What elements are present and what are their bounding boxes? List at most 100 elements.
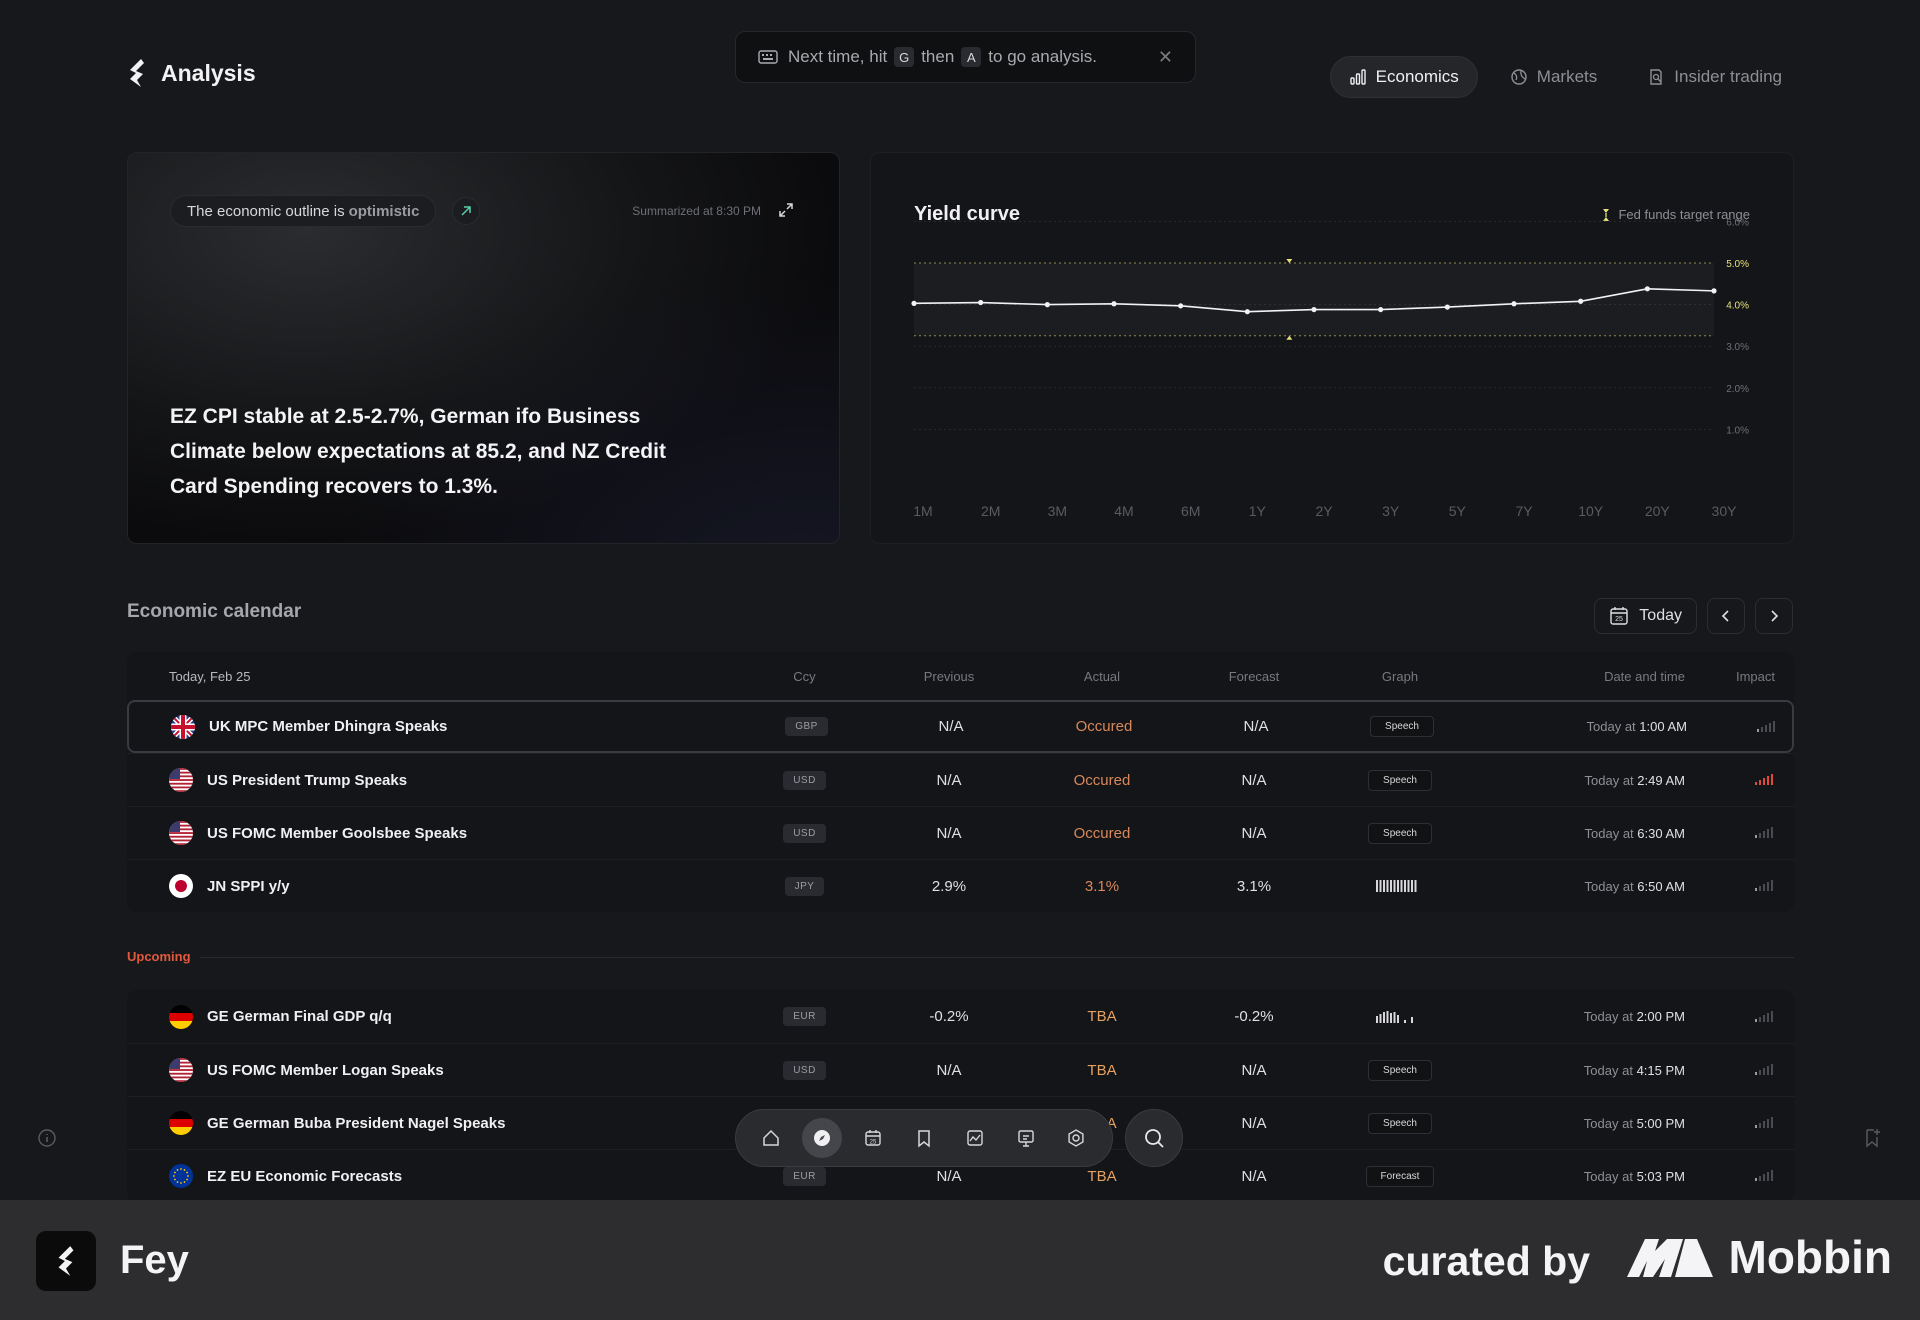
table-row[interactable]: UK MPC Member Dhingra Speaks GBP N/A Occure…	[127, 700, 1794, 753]
x-tick-label: 1Y	[1249, 503, 1267, 519]
yield-curve-chart: 6.0% 5.0% 4.0% 3.0% 2.0% 1.0% 1M 2M 3M 4M 6M 1Y 2Y 3Y…	[911, 217, 1749, 519]
date-time-cell: Today at 2:49 AM	[1460, 773, 1685, 788]
mobbin-logo-icon	[1626, 1239, 1713, 1277]
today-events-table: Today, Feb 25 Ccy Previous Actual Foreca…	[127, 652, 1794, 912]
today-button[interactable]: 25 Today	[1594, 598, 1697, 634]
x-tick-label: 20Y	[1645, 503, 1671, 519]
close-icon[interactable]: ✕	[1158, 47, 1173, 68]
yield-point[interactable]	[978, 299, 984, 306]
ccy-cell: EUR	[747, 1007, 862, 1026]
bar-chart-icon	[1349, 69, 1366, 85]
search-button[interactable]	[1125, 1109, 1183, 1167]
top-nav: Economics Markets Insider trading	[1329, 56, 1800, 98]
date-time-cell: Today at 6:30 AM	[1460, 826, 1685, 841]
dock-presentation-button[interactable]	[1006, 1118, 1046, 1158]
graph-cell: Speech	[1340, 822, 1460, 844]
ccy-cell: USD	[747, 823, 862, 843]
yield-point[interactable]	[1644, 286, 1650, 292]
event-name: UK MPC Member Dhingra Speaks	[209, 718, 448, 735]
mobbin-brand: Mobbin	[1625, 1230, 1892, 1284]
header-date: Today, Feb 25	[169, 668, 251, 684]
chevron-left-icon	[1721, 610, 1729, 622]
table-row[interactable]: JN SPPI y/y JPY 2.9% 3.1% 3.1% Today at 6:50 …	[127, 859, 1794, 912]
fey-logo-icon[interactable]	[127, 58, 147, 88]
yield-curve-card: Yield curve Fed funds target range 6.0% 5…	[870, 152, 1794, 544]
table-row[interactable]: US President Trump Speaks USD N/A Occured N/…	[127, 753, 1794, 806]
event-time: 2:49 AM	[1637, 772, 1685, 788]
ccy-badge: GBP	[785, 717, 828, 736]
event-name: JN SPPI y/y	[207, 877, 290, 895]
impact-bars-icon	[1755, 1114, 1775, 1132]
date-time-cell: Today at 1:00 AM	[1462, 719, 1687, 734]
compass-icon	[814, 1130, 831, 1146]
dock-calendar-button[interactable]: 25	[853, 1118, 893, 1158]
yield-point[interactable]	[1244, 309, 1250, 315]
impact-bars-icon	[1755, 771, 1775, 789]
graph-cell: Speech	[1340, 1112, 1460, 1134]
previous-value: -0.2%	[929, 1008, 969, 1025]
info-icon[interactable]	[37, 1128, 57, 1148]
previous-day-button[interactable]	[1707, 598, 1745, 634]
dock-bookmark-button[interactable]	[904, 1118, 944, 1158]
expand-icon[interactable]	[777, 201, 795, 219]
impact-cell	[1685, 877, 1775, 895]
yield-point[interactable]	[1578, 298, 1584, 304]
tab-insider-trading[interactable]: Insider trading	[1629, 56, 1800, 98]
yield-point[interactable]	[1044, 302, 1050, 308]
header-graph: Graph	[1381, 668, 1419, 684]
impact-cell	[1687, 718, 1777, 736]
forecast-value: N/A	[1241, 1167, 1267, 1185]
graph-cell: Forecast	[1340, 1165, 1460, 1187]
keyboard-icon	[758, 50, 778, 64]
arrow-up-right-icon	[461, 206, 471, 216]
page-title: Analysis	[161, 59, 256, 86]
home-icon	[763, 1129, 780, 1146]
tab-economics[interactable]: Economics	[1329, 56, 1478, 98]
graph-cell	[1340, 1007, 1460, 1027]
event-name: US President Trump Speaks	[207, 771, 408, 789]
bookmark-add-icon[interactable]	[1862, 1128, 1882, 1148]
date-prefix: Today at	[1583, 1009, 1633, 1024]
event-name-cell: US FOMC Member Logan Speaks	[127, 1058, 747, 1082]
yield-point[interactable]	[1444, 304, 1450, 310]
dock-settings-button[interactable]	[1056, 1118, 1096, 1158]
table-row[interactable]: GE German Final GDP q/q EUR -0.2% TBA -0.2% T…	[127, 990, 1794, 1043]
yield-point[interactable]	[911, 300, 917, 306]
y-tick-label: 2.0%	[1726, 384, 1749, 395]
table-row[interactable]: US FOMC Member Goolsbee Speaks USD N/A Occu…	[127, 806, 1794, 859]
dock-chart-button[interactable]	[955, 1118, 995, 1158]
actual-value: TBA	[1087, 1008, 1117, 1025]
graph-badge: Speech	[1368, 1112, 1432, 1134]
economic-calendar-title: Economic calendar	[127, 601, 302, 622]
tab-markets[interactable]: Markets	[1492, 56, 1615, 98]
header-date-time: Date and time	[1604, 668, 1685, 684]
event-time: 6:50 AM	[1637, 878, 1685, 894]
y-tick-label: 6.0%	[1726, 217, 1749, 228]
yield-point[interactable]	[1178, 303, 1184, 309]
next-day-button[interactable]	[1755, 598, 1793, 634]
impact-cell	[1685, 824, 1775, 842]
outline-open-button[interactable]	[452, 197, 480, 225]
settings-icon	[1068, 1129, 1085, 1147]
ccy-cell: USD	[747, 1060, 862, 1080]
impact-bars-icon	[1755, 1008, 1775, 1026]
dock-home-button[interactable]	[751, 1118, 791, 1158]
yield-point[interactable]	[1111, 301, 1117, 307]
outline-pill[interactable]: The economic outline is optimistic	[170, 195, 437, 227]
x-tick-label: 2M	[981, 503, 1000, 519]
hint-key-a: A	[961, 47, 982, 67]
dock-compass-button[interactable]	[802, 1118, 843, 1158]
date-time-cell: Today at 5:03 PM	[1460, 1169, 1685, 1184]
yield-point[interactable]	[1311, 306, 1317, 313]
ccy-cell: EUR	[747, 1166, 862, 1186]
chart-icon	[967, 1130, 983, 1146]
yield-point[interactable]	[1511, 301, 1517, 307]
yield-point[interactable]	[1378, 306, 1384, 313]
previous-value: N/A	[936, 1167, 962, 1185]
table-row[interactable]: US FOMC Member Logan Speaks USD N/A TBA N/A S…	[127, 1043, 1794, 1096]
de-flag-icon	[169, 1111, 193, 1135]
event-name: GE German Final GDP q/q	[207, 1008, 392, 1025]
bottom-dock: 25	[735, 1109, 1113, 1167]
yield-point[interactable]	[1711, 288, 1717, 294]
previous-value: N/A	[936, 824, 962, 842]
